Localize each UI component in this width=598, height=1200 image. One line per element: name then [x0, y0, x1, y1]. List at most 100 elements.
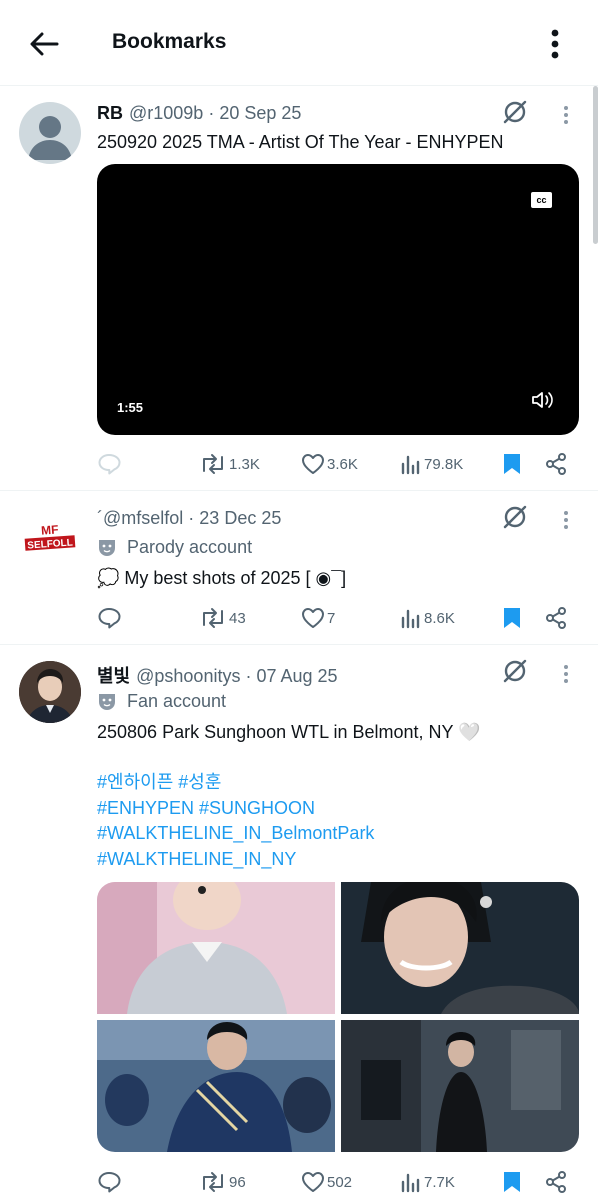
svg-text:MF: MF: [41, 522, 59, 537]
post-2[interactable]: MF SELFOLL ´@mfselfol · 23 Dec 25 Parody…: [0, 492, 598, 645]
hashtag-line[interactable]: #WALKTHELINE_IN_NY: [97, 847, 374, 873]
post-date[interactable]: 07 Aug 25: [256, 666, 337, 686]
reply-button[interactable]: [97, 603, 123, 633]
mute-button[interactable]: [531, 390, 553, 415]
more-vertical-icon: [564, 665, 568, 683]
hashtag-line[interactable]: #엔하이픈 #성훈: [97, 770, 374, 796]
like-button[interactable]: 7: [301, 603, 335, 633]
author-name[interactable]: RB: [97, 103, 123, 123]
repost-icon: [203, 608, 223, 628]
photo-performer-2: [341, 882, 579, 1014]
bookmark-filled-icon: [504, 1172, 520, 1192]
share-icon: [546, 607, 566, 629]
post-3[interactable]: 별빛 @pshoonitys · 07 Aug 25 Fan account 25…: [0, 646, 598, 1200]
account-badge-label: Fan account: [127, 691, 227, 711]
share-button[interactable]: [544, 603, 568, 633]
avatar[interactable]: [19, 102, 81, 164]
post-more-button[interactable]: [556, 505, 576, 535]
reply-icon: [98, 454, 121, 475]
post-header: RB @r1009b · 20 Sep 25: [97, 103, 302, 123]
post-header: 별빛 @pshoonitys · 07 Aug 25: [97, 666, 338, 686]
post-more-button[interactable]: [556, 100, 576, 130]
views-button[interactable]: 79.8K: [400, 449, 463, 479]
post-text: 250806 Park Sunghoon WTL in Belmont, NY …: [97, 722, 481, 742]
photo-grid: [97, 882, 579, 1152]
post-text: 250920 2025 TMA - Artist Of The Year - E…: [97, 132, 504, 152]
photo-performers-3: [97, 1020, 335, 1152]
repost-button[interactable]: 1.3K: [199, 449, 260, 479]
like-button[interactable]: 3.6K: [301, 449, 358, 479]
bookmark-button[interactable]: [501, 449, 523, 479]
repost-button[interactable]: 96: [199, 1167, 246, 1197]
views-button[interactable]: 8.6K: [400, 603, 455, 633]
grok-button[interactable]: [500, 656, 530, 686]
hashtag-line[interactable]: #WALKTHELINE_IN_BelmontPark: [97, 821, 374, 847]
theater-mask-icon: [99, 693, 115, 710]
back-button[interactable]: [24, 24, 64, 64]
reply-icon: [98, 608, 121, 629]
grok-icon: [503, 505, 527, 529]
captions-button[interactable]: cc: [531, 192, 552, 208]
post-date[interactable]: 20 Sep 25: [219, 103, 301, 123]
grok-icon: [503, 659, 527, 683]
profile-photo: [19, 661, 81, 723]
photo-3[interactable]: [97, 1020, 335, 1152]
more-vertical-icon: [564, 511, 568, 529]
author-handle[interactable]: @mfselfol: [103, 508, 183, 528]
views-count: 79.8K: [424, 455, 464, 473]
theater-mask-icon: [99, 539, 115, 556]
repost-count: 96: [229, 1173, 246, 1191]
account-badge: Fan account: [97, 691, 226, 712]
photo-performer-1: [97, 882, 335, 1014]
grok-icon: [503, 100, 527, 124]
photo-performer-4: [341, 1020, 579, 1152]
reply-icon: [98, 1172, 121, 1193]
repost-icon: [203, 454, 223, 474]
repost-button[interactable]: 43: [199, 603, 246, 633]
default-avatar-icon: [28, 116, 72, 160]
grok-button[interactable]: [500, 502, 530, 532]
reply-button[interactable]: [97, 1167, 123, 1197]
avatar[interactable]: MF SELFOLL: [19, 507, 81, 569]
author-handle[interactable]: @pshoonitys: [136, 666, 240, 686]
reply-button[interactable]: [97, 449, 123, 479]
hashtag-line[interactable]: #ENHYPEN #SUNGHOON: [97, 796, 374, 822]
top-bar: Bookmarks: [0, 0, 598, 86]
post-date[interactable]: 23 Dec 25: [199, 508, 281, 528]
views-chart-icon: [401, 609, 420, 629]
post-text: 💭 My best shots of 2025 [ ◉¯]: [97, 568, 347, 588]
photo-4[interactable]: [341, 1020, 579, 1152]
heart-icon: [302, 454, 324, 474]
more-options-button[interactable]: [540, 24, 570, 64]
heart-icon: [302, 608, 324, 628]
views-chart-icon: [401, 455, 420, 475]
views-chart-icon: [401, 1173, 420, 1193]
repost-count: 43: [229, 609, 246, 627]
bookmark-button[interactable]: [501, 603, 523, 633]
photo-1[interactable]: [97, 882, 335, 1014]
like-button[interactable]: 502: [301, 1167, 352, 1197]
grok-button[interactable]: [500, 97, 530, 127]
bookmark-filled-icon: [504, 608, 520, 628]
share-button[interactable]: [544, 449, 568, 479]
page-title: Bookmarks: [112, 30, 227, 53]
bookmark-button[interactable]: [501, 1167, 523, 1197]
post-actions: 1.3K 3.6K 79.8K: [97, 449, 577, 479]
like-count: 502: [327, 1173, 353, 1191]
hashtag-list: #엔하이픈 #성훈 #ENHYPEN #SUNGHOON #WALKTHELIN…: [97, 770, 374, 872]
mfselfol-logo: MF SELFOLL: [19, 507, 81, 569]
views-button[interactable]: 7.7K: [400, 1167, 455, 1197]
like-count: 7: [327, 609, 336, 627]
views-count: 8.6K: [424, 609, 455, 627]
post-more-button[interactable]: [556, 659, 576, 689]
share-button[interactable]: [544, 1167, 568, 1197]
like-count: 3.6K: [327, 455, 358, 473]
author-handle[interactable]: @r1009b: [129, 103, 203, 123]
avatar[interactable]: [19, 661, 81, 723]
speaker-muted-icon: [532, 392, 553, 408]
video-player[interactable]: cc 1:55: [97, 164, 579, 435]
author-name[interactable]: 별빛: [97, 666, 130, 686]
photo-2[interactable]: [341, 882, 579, 1014]
repost-count: 1.3K: [229, 455, 260, 473]
post-1[interactable]: RB @r1009b · 20 Sep 25 250920 2025 TMA - …: [0, 87, 598, 491]
